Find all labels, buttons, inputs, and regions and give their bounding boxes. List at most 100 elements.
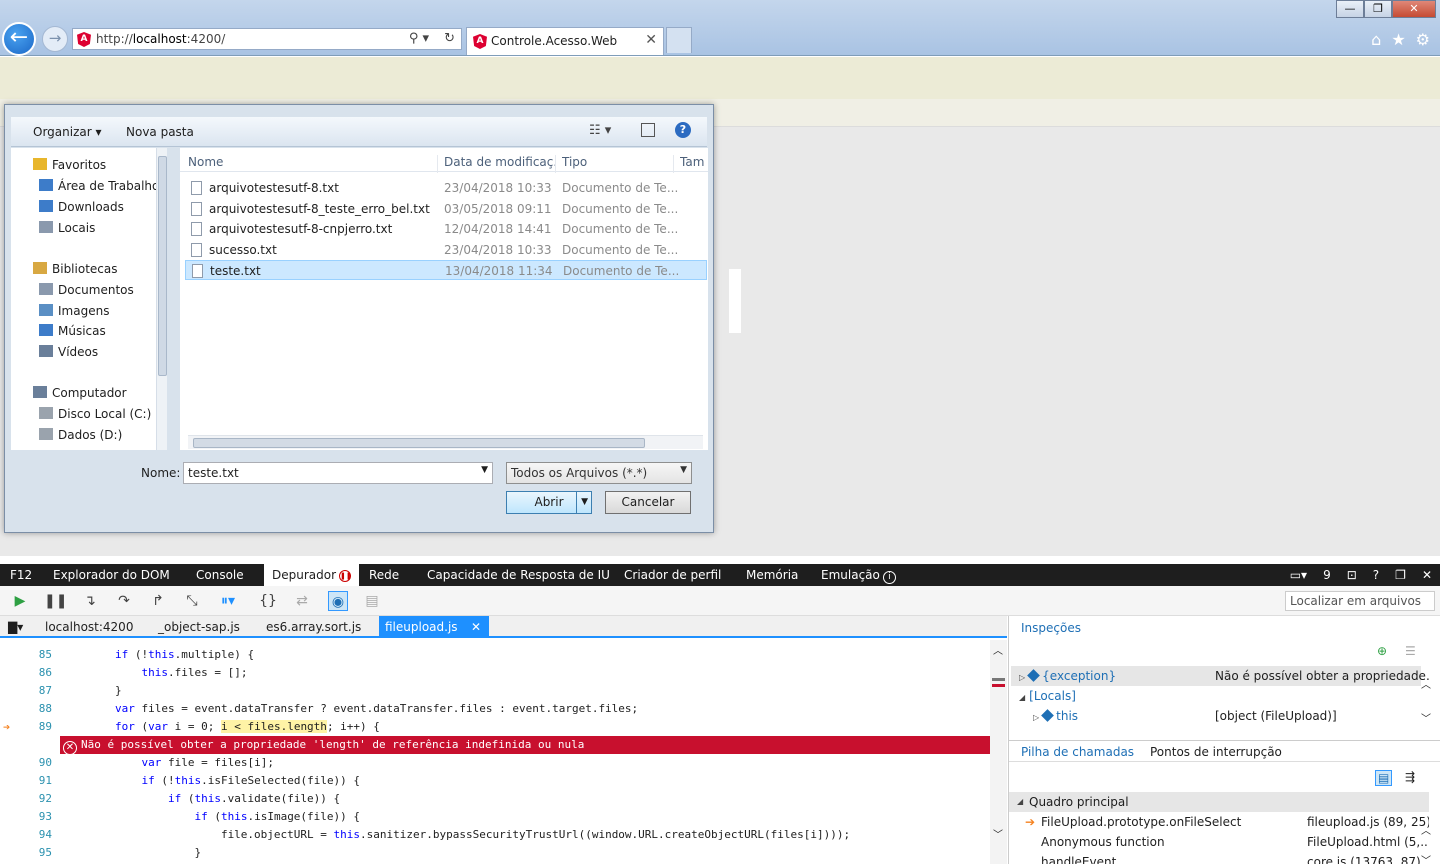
column-type[interactable]: Tipo — [562, 155, 674, 173]
cancel-button[interactable]: Cancelar — [605, 491, 691, 514]
view-options-icon[interactable]: ☷ ▾ — [589, 123, 611, 138]
chevron-down-icon[interactable]: ▼ — [481, 465, 488, 475]
callstack-frame[interactable]: Anonymous function FileUpload.html (5,... — [1011, 832, 1429, 852]
nav-scroll-thumb[interactable] — [158, 156, 167, 376]
expand-icon[interactable]: ◢ — [1019, 688, 1025, 708]
tab-ui-responsiveness[interactable]: Capacidade de Resposta de IU — [427, 564, 610, 586]
step-into-icon[interactable]: ↴ — [80, 591, 100, 611]
step-over-icon[interactable]: ↷ — [114, 591, 134, 611]
address-url[interactable]: http://localhost:4200/ — [96, 32, 225, 46]
file-tab-object-sap[interactable]: _object-sap.js — [158, 616, 240, 638]
watch-scroll-down-icon[interactable]: ﹀ — [1421, 710, 1431, 725]
nav-scrollbar[interactable] — [156, 148, 167, 450]
tab-breakpoints[interactable]: Pontos de interrupção — [1150, 745, 1282, 759]
file-row[interactable]: arquivotestesutf-8_teste_erro_bel.txt 03/… — [185, 199, 707, 219]
line-number[interactable]: 93 — [20, 808, 52, 826]
line-number[interactable]: 92 — [20, 790, 52, 808]
watch-row[interactable]: ◢ [Locals] — [1011, 686, 1421, 706]
just-my-code-icon[interactable]: ◉ — [328, 591, 348, 611]
minimize-button[interactable]: — — [1336, 0, 1364, 18]
pretty-print-icon[interactable]: {} — [258, 591, 278, 611]
watch-row[interactable]: ▷ {exception} Não é possível obter a propr… — [1011, 666, 1429, 686]
continue-icon[interactable]: ▶ — [10, 591, 30, 611]
callstack-scroll-up-icon[interactable]: ︿ — [1421, 822, 1431, 837]
line-number[interactable]: 91 — [20, 772, 52, 790]
undock-icon[interactable]: ❐ — [1395, 568, 1406, 582]
file-type-select[interactable]: Todos os Arquivos (*.*) ▼ — [506, 462, 692, 484]
source-map-icon[interactable]: ▤ — [362, 591, 382, 611]
copy-callstack-icon[interactable]: ⇶ — [1405, 770, 1415, 784]
file-row[interactable]: sucesso.txt 23/04/2018 10:33 Documento de … — [185, 240, 707, 260]
watch-row[interactable]: ▷ this [object (FileUpload)] — [1011, 706, 1421, 726]
nav-item[interactable]: Bibliotecas — [33, 262, 117, 276]
code-editor[interactable]: 85 if (!this.multiple) {86 this.files = … — [0, 640, 1007, 864]
hscroll-thumb[interactable] — [193, 438, 645, 448]
collapse-icon[interactable]: ◢ — [1017, 797, 1023, 806]
scroll-down-icon[interactable]: ﹀ — [993, 826, 1003, 841]
line-number[interactable]: 88 — [20, 700, 52, 718]
nav-item[interactable]: Documentos — [39, 283, 134, 297]
tab-dom-explorer[interactable]: Explorador do DOM — [53, 564, 170, 586]
file-tab-array-sort[interactable]: es6.array.sort.js — [266, 616, 361, 638]
file-row[interactable]: arquivotestesutf-8-cnpjerro.txt 12/04/201… — [185, 219, 707, 239]
file-row[interactable]: arquivotestesutf-8.txt 23/04/2018 10:33 Do… — [185, 178, 707, 198]
chevron-down-icon[interactable]: ▼ — [581, 492, 588, 513]
tab-callstack[interactable]: Pilha de chamadas — [1021, 745, 1134, 759]
address-bar[interactable]: A http://localhost:4200/ ⚲ ▾ ↻ — [72, 28, 462, 50]
line-number[interactable]: 95 — [20, 844, 52, 862]
filename-input[interactable]: teste.txt ▼ — [183, 462, 493, 484]
star-icon[interactable]: ★ — [1391, 30, 1405, 49]
nav-item[interactable]: Locais — [39, 221, 95, 235]
search-icon[interactable]: ⚲ ▾ — [409, 31, 429, 46]
home-icon[interactable]: ⌂ — [1371, 30, 1381, 49]
line-number[interactable]: 89 — [20, 718, 52, 736]
break-on-exceptions-icon[interactable]: ⏸▾ — [218, 591, 238, 611]
callstack-frame[interactable]: ➔ FileUpload.prototype.onFileSelect fileup… — [1011, 812, 1429, 832]
line-number[interactable]: 86 — [20, 664, 52, 682]
nav-item[interactable]: Vídeos — [39, 345, 98, 359]
error-count[interactable]: 9 — [1323, 568, 1331, 582]
pause-icon[interactable]: ❚❚ — [44, 591, 67, 611]
nav-item[interactable]: Músicas — [39, 324, 106, 338]
tab-console[interactable]: Console — [196, 564, 244, 586]
nav-item[interactable]: Dados (D:) — [39, 428, 122, 442]
scroll-up-icon[interactable]: ︿ — [993, 642, 1003, 657]
nav-item[interactable]: Computador — [33, 386, 127, 400]
target-icon[interactable]: ▭▾ — [1290, 568, 1307, 582]
gear-icon[interactable]: ⚙ — [1416, 30, 1430, 49]
browser-tab[interactable]: A Controle.Acesso.Web ✕ — [466, 27, 664, 55]
new-tab-button[interactable] — [666, 27, 692, 53]
nav-item[interactable]: Downloads — [39, 200, 124, 214]
line-number[interactable]: 87 — [20, 682, 52, 700]
close-devtools-icon[interactable]: ✕ — [1422, 568, 1432, 582]
line-number[interactable]: 90 — [20, 754, 52, 772]
file-row[interactable]: teste.txt 13/04/2018 11:34 Documento de Te… — [185, 260, 707, 281]
step-out-icon[interactable]: ↱ — [148, 591, 168, 611]
nav-item[interactable]: Imagens — [39, 304, 109, 318]
word-wrap-icon[interactable]: ⇄ — [292, 591, 312, 611]
help-icon[interactable]: ? — [675, 122, 691, 138]
tab-emulation[interactable]: Emulação i — [821, 564, 896, 586]
inspections-title[interactable]: Inspeções — [1021, 621, 1081, 635]
nav-item[interactable]: Disco Local (C:) — [39, 407, 151, 421]
organize-button[interactable]: Organizar ▾ — [33, 125, 102, 139]
new-folder-button[interactable]: Nova pasta — [126, 125, 194, 139]
file-picker-icon[interactable]: ▇▾ — [8, 616, 23, 638]
file-list-hscrollbar[interactable] — [188, 435, 703, 449]
watch-row[interactable]: ▷arguments [object (Arguments)] — [1011, 726, 1421, 728]
tab-close-icon[interactable]: ✕ — [645, 32, 657, 48]
help-icon[interactable]: ? — [1373, 568, 1379, 582]
watch-scroll-up-icon[interactable]: ︿ — [1421, 676, 1431, 691]
file-tab-localhost[interactable]: localhost:4200 — [45, 616, 133, 638]
preview-pane-icon[interactable] — [641, 123, 655, 137]
add-watch-icon[interactable]: ⊕ — [1377, 644, 1387, 658]
show-frames-icon[interactable]: ▤ — [1375, 770, 1393, 786]
column-size[interactable]: Tam — [680, 155, 708, 173]
forward-button[interactable]: → — [42, 26, 68, 52]
refresh-icon[interactable]: ↻ — [444, 31, 455, 46]
column-date[interactable]: Data de modificaç... — [444, 155, 556, 173]
close-window-button[interactable]: ✕ — [1392, 0, 1436, 18]
callstack-frame[interactable]: handleEvent core.js (13763, 87) — [1011, 852, 1421, 864]
close-tab-icon[interactable]: ✕ — [471, 616, 481, 638]
tab-network[interactable]: Rede — [369, 564, 399, 586]
